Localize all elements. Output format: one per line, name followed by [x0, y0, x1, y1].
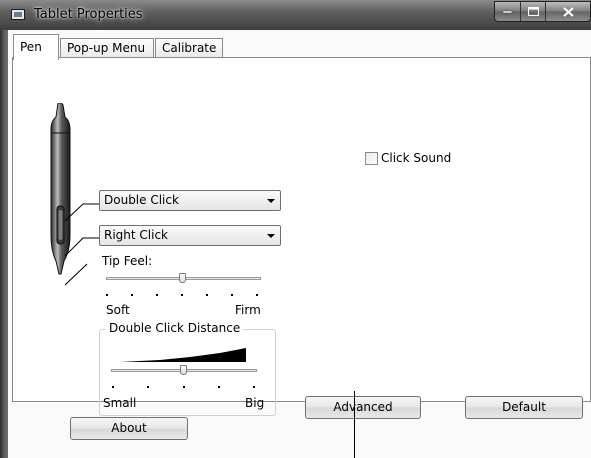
window-title: Tablet Properties	[34, 7, 143, 22]
tablet-icon	[11, 9, 25, 20]
tip-feel-min-label: Soft	[106, 303, 130, 317]
maximize-icon	[527, 7, 539, 16]
distance-min-label: Small	[103, 396, 137, 410]
upper-button-dropdown[interactable]: Double Click	[99, 190, 281, 211]
minimize-button[interactable]	[495, 2, 521, 21]
tip-feel-label: Tip Feel:	[102, 254, 153, 268]
pen-tab-panel: Double Click Right Click Tip Feel: Soft …	[12, 57, 591, 419]
tab-calibrate[interactable]: Calibrate	[155, 38, 223, 58]
chevron-down-icon	[267, 234, 275, 238]
callout-line	[354, 391, 355, 458]
close-button[interactable]	[546, 2, 590, 21]
button-leader-lines	[65, 203, 99, 286]
distance-max-label: Big	[245, 396, 265, 410]
double-click-distance-label: Double Click Distance	[106, 321, 244, 335]
click-sound-label[interactable]: Click Sound	[381, 151, 451, 165]
maximize-button[interactable]	[521, 2, 546, 21]
title-bar[interactable]: Tablet Properties	[0, 0, 591, 30]
advanced-button[interactable]: Advanced	[305, 396, 421, 419]
lower-button-value: Right Click	[104, 228, 169, 242]
window-frame	[0, 0, 8, 458]
dialog-client: Pen Pop-up Menu Calibrate Double Click R…	[8, 30, 591, 458]
tip-feel-slider-thumb[interactable]	[179, 273, 186, 283]
chevron-down-icon	[267, 199, 275, 203]
tip-feel-max-label: Firm	[235, 303, 261, 317]
close-icon	[562, 6, 574, 17]
upper-button-value: Double Click	[104, 193, 179, 207]
minimize-icon	[502, 10, 512, 13]
lower-button-dropdown[interactable]: Right Click	[99, 225, 281, 246]
default-button[interactable]: Default	[465, 396, 583, 419]
distance-ramp-graphic	[120, 348, 246, 362]
about-button[interactable]: About	[70, 417, 188, 440]
double-click-distance-slider-thumb[interactable]	[180, 365, 187, 375]
tab-pen[interactable]: Pen	[13, 34, 59, 60]
caption-buttons	[494, 1, 591, 22]
tab-popup-menu[interactable]: Pop-up Menu	[60, 38, 154, 58]
click-sound-checkbox[interactable]	[365, 152, 378, 165]
